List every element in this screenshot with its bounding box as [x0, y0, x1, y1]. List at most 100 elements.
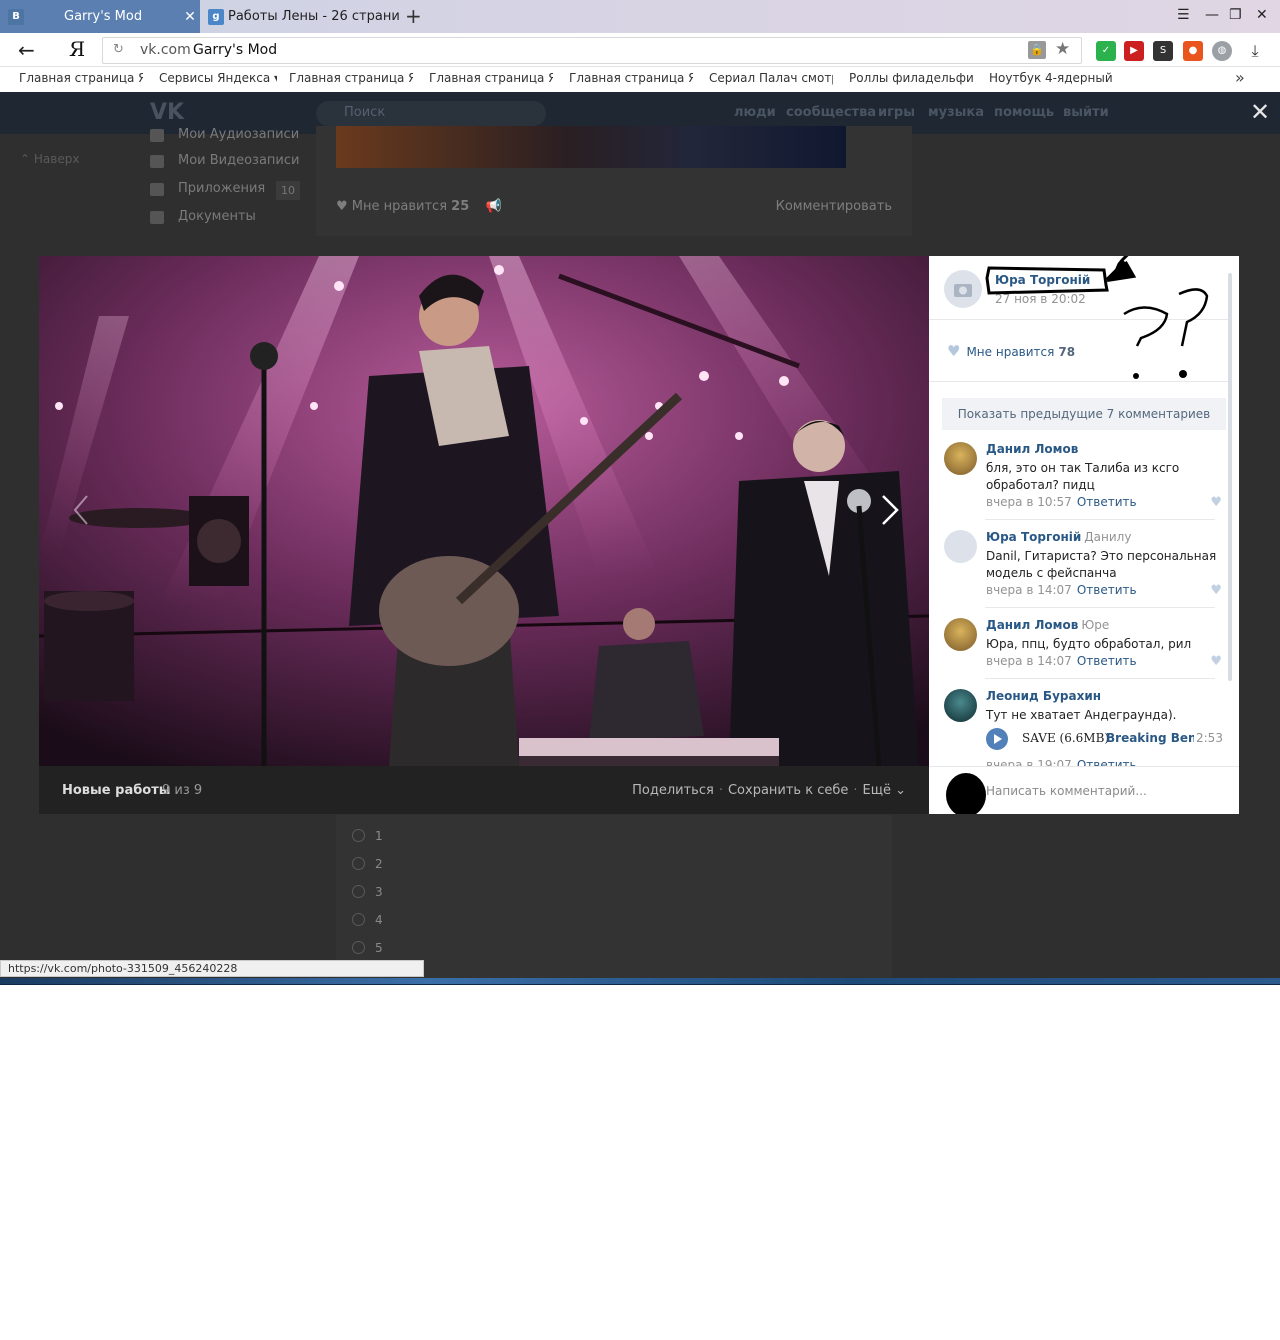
save-button[interactable]: Сохранить к себе — [728, 783, 848, 798]
photo-info-panel: Юра Торгоній 27 ноя в 20:02 ♥ Мне нравитс… — [929, 256, 1239, 814]
bookmark-item[interactable]: Роллы филадельфия — [849, 71, 973, 85]
bookmark-item[interactable]: Главная страница Ян — [429, 71, 553, 85]
divider — [985, 678, 1215, 679]
menu-people[interactable]: люди — [734, 105, 776, 120]
vk-search-input[interactable]: Поиск — [316, 101, 546, 126]
comment-time[interactable]: вчера в 10:57 — [986, 495, 1072, 509]
prev-photo-arrow-icon[interactable] — [68, 494, 96, 522]
commenter-avatar[interactable] — [944, 689, 977, 722]
poll-option[interactable]: 3 — [352, 885, 383, 899]
next-photo-arrow-icon[interactable] — [877, 494, 905, 522]
poll-option[interactable]: 1 — [352, 829, 383, 843]
video-icon — [150, 155, 164, 168]
comment-author-name[interactable]: Леонид Бурахин — [986, 689, 1101, 703]
comment-like-heart-icon[interactable]: ♥ — [1210, 495, 1222, 510]
post-like-label: Мне нравится — [351, 199, 448, 214]
comment-like-heart-icon[interactable]: ♥ — [1210, 654, 1222, 669]
vk-logo-icon[interactable]: VK — [150, 100, 184, 125]
menu-icon[interactable]: ☰ — [1177, 7, 1190, 23]
lock-icon[interactable]: 🔒 — [1028, 41, 1046, 59]
url-page-title: Garry's Mod — [193, 42, 278, 58]
reply-button[interactable]: Ответить — [1077, 654, 1137, 668]
sidebar-item-label: Мои Аудиозаписи — [178, 127, 300, 142]
apps-count-badge: 10 — [276, 181, 300, 200]
bookmark-item[interactable]: Главная страница Ян — [569, 71, 693, 85]
share-button[interactable]: Поделиться — [632, 783, 714, 798]
comment-author-name[interactable]: Данил Ломов — [986, 618, 1078, 632]
comment-time[interactable]: вчера в 14:07 — [986, 583, 1072, 597]
site-favicon-icon: g — [208, 8, 224, 25]
bookmark-item[interactable]: Главная страница Ян — [289, 71, 413, 85]
menu-games[interactable]: игры — [878, 105, 915, 120]
poll-option-label: 5 — [375, 941, 383, 955]
megaphone-icon[interactable]: 📢 — [486, 199, 502, 214]
vk-sidebar: Мои Аудиозаписи Мои Видеозаписи Приложен… — [150, 127, 300, 237]
comment-like-heart-icon[interactable]: ♥ — [1210, 583, 1222, 598]
radio-icon — [352, 829, 365, 842]
post-like-button[interactable]: ♥ Мне нравится 25 📢 — [336, 199, 502, 214]
bookmark-item[interactable]: Сериал Палач смотр — [709, 71, 833, 85]
commenter-avatar[interactable] — [944, 618, 977, 651]
reply-button[interactable]: Ответить — [1077, 583, 1137, 597]
audio-title[interactable]: SAVE (6.6MB) — [1022, 731, 1109, 745]
poll-option[interactable]: 5 — [352, 941, 383, 955]
post-comment-button[interactable]: Комментировать — [776, 199, 892, 214]
bookmark-item[interactable]: Сервисы Яндекса ▾ — [159, 71, 277, 85]
bookmark-star-icon[interactable]: ★ — [1055, 39, 1070, 59]
menu-music[interactable]: музыка — [928, 105, 984, 120]
menu-communities[interactable]: сообщества — [786, 105, 876, 120]
yandex-logo-icon[interactable]: Я — [69, 37, 85, 61]
tab-raboty-leny[interactable]: g Работы Лены - 26 страница — [200, 0, 400, 33]
sidebar-item-video[interactable]: Мои Видеозаписи — [150, 153, 299, 181]
globe-extension-icon[interactable]: ◍ — [1212, 41, 1232, 61]
poll-option[interactable]: 4 — [352, 913, 383, 927]
more-button[interactable]: Ещё ⌄ — [863, 783, 906, 798]
notification-extension-icon[interactable]: ● — [1183, 41, 1203, 61]
url-input[interactable]: ↻ vk.com Garry's Mod 🔒 ★ — [102, 37, 1082, 64]
back-to-top-link[interactable]: ⌃ Наверх — [20, 152, 79, 166]
s-extension-icon[interactable]: S — [1153, 41, 1173, 61]
new-tab-icon[interactable]: + — [405, 4, 422, 28]
minimize-icon[interactable]: — — [1205, 7, 1219, 23]
youtube-extension-icon[interactable]: ▶ — [1124, 41, 1144, 61]
document-icon — [150, 211, 164, 224]
download-icon[interactable]: ⤓ — [1245, 41, 1265, 61]
bookmarks-more-icon[interactable]: » — [1235, 68, 1245, 87]
comment-text: Тут не хватает Андеграунда). — [986, 708, 1177, 722]
tab-garrys-mod[interactable]: В Garry's Mod ✕ — [0, 0, 200, 33]
window-close-icon[interactable]: ✕ — [1256, 7, 1268, 23]
poll-option[interactable]: 2 — [352, 857, 383, 871]
commenter-avatar[interactable] — [944, 442, 977, 475]
tab-close-icon[interactable]: ✕ — [180, 9, 200, 25]
comment-author-name[interactable]: Данил Ломов — [986, 442, 1078, 456]
post-image[interactable] — [336, 126, 846, 168]
menu-help[interactable]: помощь — [994, 105, 1054, 120]
show-previous-comments-button[interactable]: Показать предыдущие 7 комментариев — [942, 398, 1226, 430]
sidebar-item-documents[interactable]: Документы — [150, 209, 299, 237]
comment-meta: вчера в 14:07 Ответить — [986, 654, 1137, 668]
comment-author: Леонид Бурахин — [986, 689, 1101, 703]
poll-option-label: 1 — [375, 829, 383, 843]
sidebar-item-audio[interactable]: Мои Аудиозаписи — [150, 127, 299, 153]
bookmark-item[interactable]: Ноутбук 4-ядерный, — [989, 71, 1113, 85]
sidebar-item-label: Мои Видеозаписи — [178, 153, 300, 168]
address-bar: ← Я ↻ vk.com Garry's Mod 🔒 ★ — [0, 33, 1280, 67]
radio-icon — [352, 941, 365, 954]
reply-button[interactable]: Ответить — [1077, 495, 1137, 509]
album-title[interactable]: Новые работы — [62, 783, 171, 798]
photo-image[interactable] — [39, 256, 929, 766]
viewer-close-icon[interactable]: ✕ — [1250, 98, 1270, 126]
comment-author-name[interactable]: Юра Торгоній — [986, 530, 1081, 544]
restore-icon[interactable]: ❐ — [1229, 7, 1242, 23]
commenter-avatar[interactable] — [944, 530, 977, 563]
play-icon[interactable] — [986, 728, 1008, 750]
shield-extension-icon[interactable]: ✓ — [1096, 41, 1116, 61]
gamepad-icon — [150, 183, 164, 196]
sidebar-item-apps[interactable]: Приложения 10 — [150, 181, 300, 209]
bookmark-item[interactable]: Главная страница Ян — [19, 71, 143, 85]
comment-input[interactable]: Написать комментарий... — [929, 766, 1239, 814]
back-arrow-icon[interactable]: ← — [18, 38, 35, 62]
reload-icon[interactable]: ↻ — [113, 42, 124, 57]
comment-time[interactable]: вчера в 14:07 — [986, 654, 1072, 668]
menu-logout[interactable]: выйти — [1063, 105, 1109, 120]
